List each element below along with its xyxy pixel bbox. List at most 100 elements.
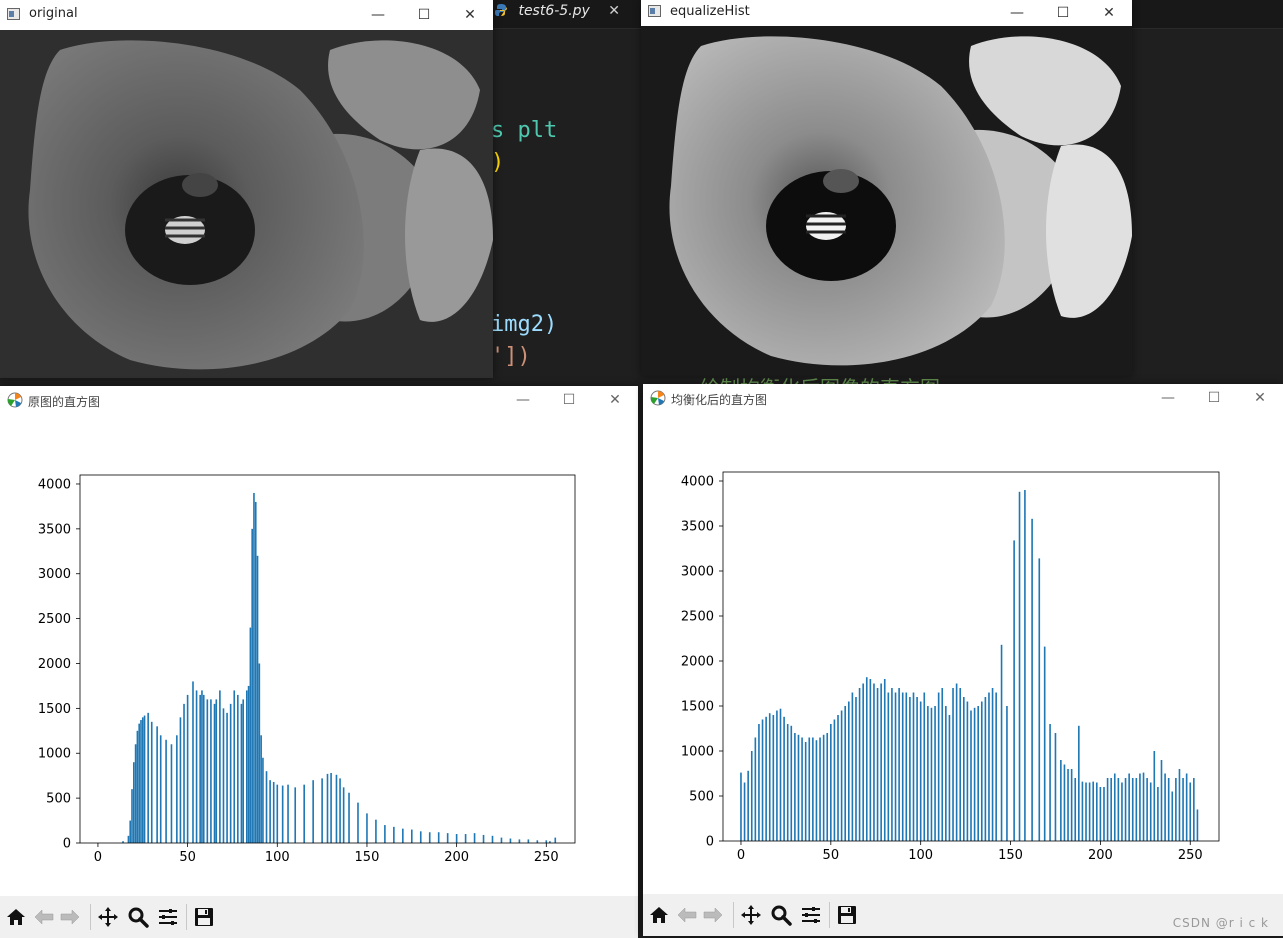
- minimize-button[interactable]: —: [355, 0, 401, 30]
- back-arrow-icon[interactable]: [675, 903, 699, 927]
- histogram-bar: [1070, 769, 1073, 841]
- editor-tab-close-icon[interactable]: ✕: [608, 3, 620, 19]
- x-tick-label: 100: [908, 848, 933, 863]
- histogram-bar: [127, 835, 130, 843]
- histogram-bar: [822, 734, 825, 841]
- histogram-bar: [916, 697, 918, 841]
- histogram-bar: [348, 792, 350, 843]
- zoom-icon[interactable]: [769, 903, 793, 927]
- histogram-bar: [765, 716, 767, 841]
- histogram-bar: [150, 721, 153, 843]
- histogram-bar: [797, 734, 800, 841]
- histogram-bar: [491, 835, 494, 843]
- histogram-bar: [1113, 773, 1116, 841]
- toolbar-separator: [186, 904, 187, 930]
- histogram-bar: [1135, 778, 1138, 841]
- histogram-bar: [988, 692, 990, 841]
- close-button[interactable]: ✕: [447, 0, 493, 30]
- x-tick-label: 150: [998, 848, 1023, 863]
- back-arrow-icon[interactable]: [32, 905, 56, 929]
- histogram-bar: [905, 692, 908, 841]
- window-hist-equalized: 均衡化后的直方图 — ☐ ✕ 0 50 100 150 200 250 0 500 1000 15…: [643, 384, 1283, 936]
- minimize-button[interactable]: —: [994, 0, 1040, 26]
- histogram-bar: [393, 826, 395, 843]
- histogram-bar: [977, 706, 979, 841]
- configure-subplots-icon[interactable]: [799, 903, 823, 927]
- histogram-bar: [215, 699, 218, 843]
- y-tick-label: 4000: [38, 477, 71, 492]
- histogram-chart-original: 0 50 100 150 200 2500500100015002000250030003…: [38, 474, 576, 865]
- histogram-bar: [1185, 773, 1188, 841]
- histogram-bar: [758, 724, 760, 841]
- histogram-bar: [1189, 782, 1192, 841]
- histogram-bar: [545, 840, 548, 843]
- histogram-bar: [1081, 781, 1084, 841]
- histogram-bar: [1164, 773, 1166, 841]
- forward-arrow-icon[interactable]: [701, 903, 725, 927]
- histogram-bar: [1149, 782, 1152, 841]
- histogram-bar: [1031, 518, 1033, 841]
- pan-icon[interactable]: [96, 905, 120, 929]
- histogram-bar: [980, 701, 983, 841]
- pan-icon[interactable]: [739, 903, 763, 927]
- save-icon[interactable]: [835, 903, 859, 927]
- histogram-bar: [1038, 558, 1041, 841]
- home-icon[interactable]: [4, 905, 28, 929]
- histogram-bar: [1171, 791, 1174, 841]
- histogram-chart-equalized: 0 50 100 150 200 2500500100015002000250030003…: [681, 471, 1220, 863]
- histogram-bar: [294, 787, 297, 843]
- x-tick-label: 100: [265, 850, 290, 865]
- histogram-bar: [192, 681, 194, 843]
- editor-tab[interactable]: test6-5.py ✕: [494, 0, 620, 28]
- histogram-bar: [1000, 644, 1003, 841]
- forward-arrow-icon[interactable]: [58, 905, 82, 929]
- histogram-bar: [1178, 769, 1181, 841]
- y-tick-label: 2000: [38, 657, 71, 672]
- x-tick-label: 50: [179, 850, 196, 865]
- histogram-bar: [941, 688, 944, 841]
- histogram-bar: [952, 688, 954, 841]
- histogram-bar: [402, 828, 404, 843]
- x-tick-label: 0: [737, 848, 745, 863]
- histogram-bar: [844, 706, 847, 841]
- histogram-bar: [518, 839, 521, 843]
- y-tick-label: 3000: [38, 567, 71, 582]
- x-tick-label: 50: [823, 848, 840, 863]
- maximize-button[interactable]: ☐: [401, 0, 447, 30]
- histogram-bar: [826, 733, 829, 841]
- histogram-bar: [256, 555, 259, 843]
- histogram-bar: [1153, 751, 1156, 841]
- histogram-bar: [1049, 724, 1051, 841]
- histogram-bar: [140, 720, 142, 843]
- window-title: original: [29, 6, 78, 21]
- histogram-bar: [808, 737, 811, 841]
- histogram-bar: [1085, 782, 1087, 841]
- y-tick-label: 500: [46, 792, 71, 807]
- histogram-bar: [865, 677, 868, 841]
- window-title: equalizeHist: [670, 4, 750, 19]
- close-button[interactable]: ✕: [1086, 0, 1132, 26]
- histogram-bar: [202, 694, 205, 843]
- histogram-bar: [326, 773, 329, 843]
- configure-subplots-icon[interactable]: [156, 905, 180, 929]
- histogram-bar: [287, 784, 289, 843]
- maximize-button[interactable]: ☐: [1040, 0, 1086, 26]
- histogram-bar: [222, 708, 225, 843]
- histogram-bar: [357, 802, 359, 843]
- y-tick-label: 1000: [681, 745, 714, 760]
- histogram-bar: [1092, 781, 1095, 841]
- equalized-image: [641, 26, 1132, 376]
- save-icon[interactable]: [192, 905, 216, 929]
- histogram-bar: [186, 694, 189, 843]
- histogram-bar: [873, 683, 875, 841]
- zoom-icon[interactable]: [126, 905, 150, 929]
- x-tick-label: 250: [534, 850, 559, 865]
- histogram-bar: [464, 834, 467, 843]
- histogram-bar: [851, 692, 854, 841]
- histogram-bar: [384, 825, 386, 843]
- histogram-bar: [242, 699, 245, 843]
- histogram-bar: [419, 831, 422, 843]
- histogram-bar: [335, 774, 338, 843]
- y-tick-label: 2500: [681, 610, 714, 625]
- home-icon[interactable]: [647, 903, 671, 927]
